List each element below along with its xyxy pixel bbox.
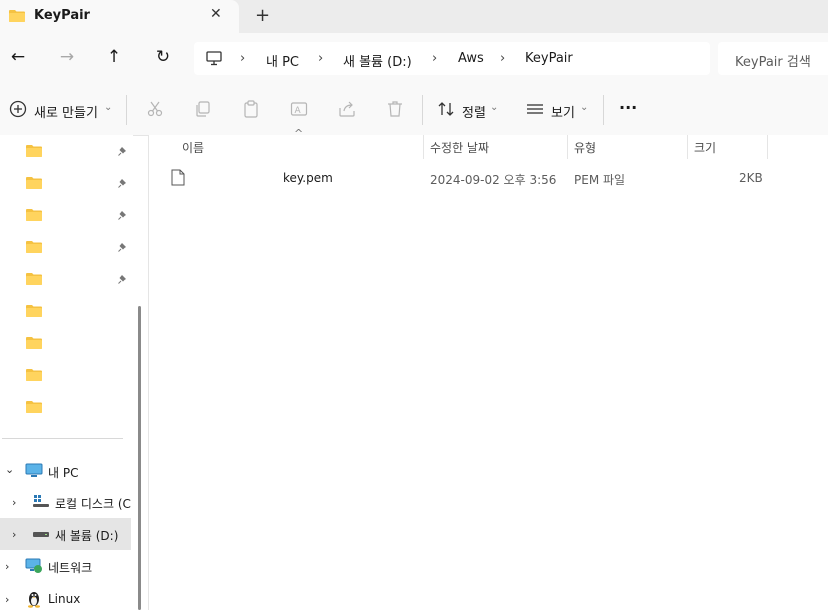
- file-type: PEM 파일: [574, 173, 626, 187]
- chevron-right-icon[interactable]: ›: [5, 560, 9, 573]
- column-header-modified[interactable]: 수정한 날짜: [430, 139, 489, 156]
- folder-icon: [9, 10, 25, 22]
- search-placeholder: KeyPair 검색: [735, 55, 811, 70]
- folder-icon[interactable]: [26, 273, 42, 285]
- view-button[interactable]: 보기: [551, 102, 575, 121]
- chevron-right-icon: ›: [432, 51, 438, 66]
- tree-item-local-disk-c[interactable]: 로컬 디스크 (C: [55, 495, 131, 512]
- tab-close-icon[interactable]: ✕: [210, 6, 222, 22]
- chevron-right-icon: ›: [240, 51, 246, 66]
- file-modified: 2024-09-02 오후 3:56: [430, 173, 557, 187]
- tree-item-network[interactable]: 네트워크: [48, 559, 92, 576]
- breadcrumb-this-pc[interactable]: 내 PC: [266, 51, 299, 70]
- file-icon: [171, 169, 185, 186]
- chevron-right-icon[interactable]: ›: [5, 593, 9, 606]
- pc-icon: [25, 463, 43, 477]
- folder-icon[interactable]: [26, 369, 42, 381]
- breadcrumb-aws[interactable]: Aws: [458, 51, 484, 66]
- tree-item-volume-d[interactable]: 새 볼륨 (D:): [55, 527, 118, 544]
- toolbar-divider: [422, 95, 423, 125]
- network-icon: [25, 558, 42, 573]
- column-header-size[interactable]: 크기: [694, 139, 716, 156]
- copy-icon[interactable]: [194, 100, 212, 118]
- new-icon: [9, 100, 27, 118]
- paste-icon[interactable]: [242, 100, 260, 118]
- folder-icon[interactable]: [26, 305, 42, 317]
- toolbar-divider: [603, 95, 604, 125]
- nav-divider: [2, 438, 123, 439]
- pin-icon: [118, 147, 126, 156]
- command-bar: [0, 85, 828, 136]
- folder-icon[interactable]: [26, 145, 42, 157]
- pin-icon: [118, 243, 126, 252]
- column-divider[interactable]: [687, 135, 688, 159]
- toolbar-divider: [126, 95, 127, 125]
- chevron-down-icon: ⌄: [580, 102, 589, 113]
- more-options-button[interactable]: ···: [619, 98, 637, 117]
- folder-icon[interactable]: [26, 337, 42, 349]
- sort-icon: [438, 102, 454, 116]
- refresh-icon[interactable]: ↻: [152, 46, 174, 68]
- chevron-down-icon: ⌄: [490, 102, 499, 113]
- chevron-down-icon: ⌄: [104, 102, 113, 113]
- column-divider[interactable]: [567, 135, 568, 159]
- folder-icon[interactable]: [26, 209, 42, 221]
- linux-icon: [28, 592, 40, 608]
- chevron-down-icon[interactable]: ⌄: [5, 463, 14, 476]
- tree-item-linux[interactable]: Linux: [48, 592, 80, 606]
- column-divider[interactable]: [423, 135, 424, 159]
- pc-icon: [206, 51, 222, 66]
- tree-item-this-pc[interactable]: 내 PC: [48, 464, 78, 481]
- forward-icon[interactable]: →: [56, 46, 78, 68]
- new-tab-button[interactable]: +: [255, 5, 270, 26]
- share-icon[interactable]: [338, 100, 356, 118]
- column-header-name[interactable]: 이름: [182, 139, 204, 156]
- drive-icon: [33, 532, 49, 537]
- up-icon[interactable]: ↑: [103, 46, 125, 68]
- breadcrumb-keypair[interactable]: KeyPair: [525, 51, 573, 66]
- windows-drive-icon: [33, 495, 49, 507]
- folder-icon[interactable]: [26, 177, 42, 189]
- chevron-right-icon: ›: [500, 51, 506, 66]
- folder-icon[interactable]: [26, 241, 42, 253]
- svg-text:A: A: [295, 106, 302, 116]
- chevron-right-icon[interactable]: ›: [12, 496, 16, 509]
- chevron-right-icon[interactable]: ›: [12, 528, 16, 541]
- pin-icon: [118, 179, 126, 188]
- folder-icon[interactable]: [26, 401, 42, 413]
- new-button[interactable]: 새로 만들기: [34, 102, 98, 121]
- breadcrumb-volume-d[interactable]: 새 볼륨 (D:): [343, 51, 412, 70]
- nav-scrollbar[interactable]: [138, 306, 141, 610]
- sort-button[interactable]: 정렬: [462, 102, 486, 121]
- sort-ascending-icon: ^: [294, 127, 304, 140]
- rename-icon[interactable]: A: [290, 100, 308, 118]
- file-list: [148, 135, 828, 610]
- file-size: 2KB: [739, 171, 763, 185]
- pin-icon: [118, 211, 126, 220]
- file-name: key.pem: [283, 171, 333, 185]
- column-header-type[interactable]: 유형: [574, 139, 596, 156]
- view-icon: [527, 104, 543, 114]
- delete-icon[interactable]: [386, 100, 404, 118]
- cut-icon[interactable]: [146, 100, 164, 118]
- back-icon[interactable]: ←: [7, 46, 29, 68]
- chevron-right-icon: ›: [318, 51, 324, 66]
- tab-title: KeyPair: [34, 8, 90, 23]
- pin-icon: [118, 275, 126, 284]
- column-divider[interactable]: [767, 135, 768, 159]
